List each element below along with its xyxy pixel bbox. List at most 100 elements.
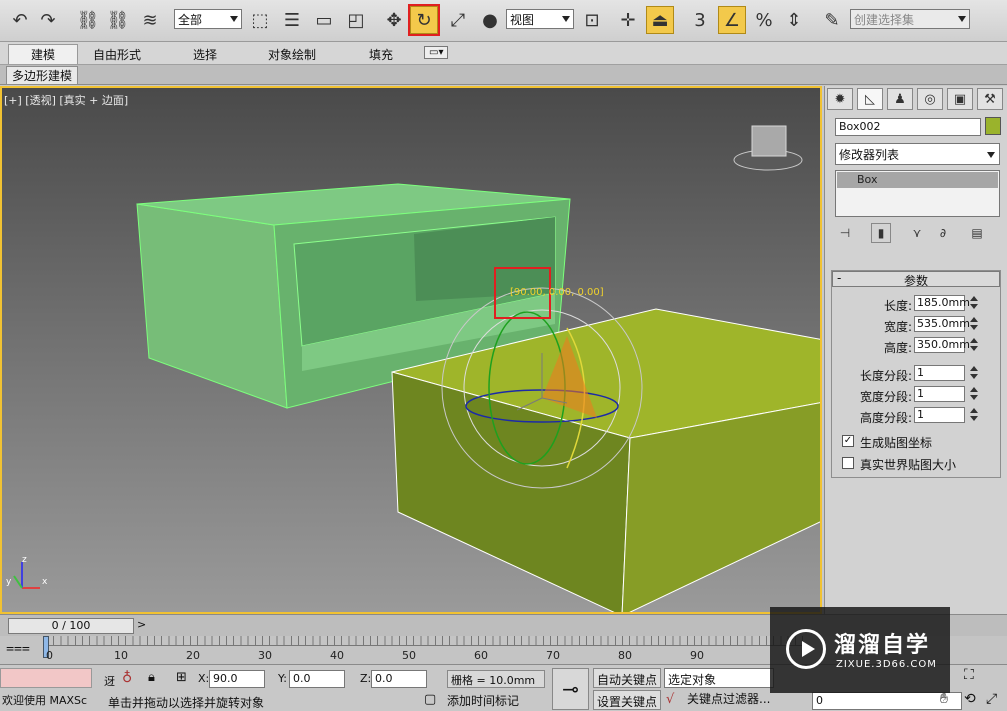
pan-hand-icon[interactable]: ✋︎ — [940, 691, 948, 707]
bind-spacewarp-icon[interactable]: ≋ — [136, 6, 164, 34]
command-panel: ✹ ◺ ♟ ◎ ▣ ⚒ Box002 修改器列表 Box ⊣ ▮ ⋎ ∂ ▤ -… — [824, 86, 1007, 614]
redo-icon[interactable]: ↷ — [34, 6, 62, 34]
edit-named-sets-icon[interactable]: ✎ — [818, 6, 846, 34]
lock-selection-icon[interactable]: 🔒︎ — [148, 670, 155, 685]
length-segs-spinner[interactable] — [969, 365, 979, 381]
viewcube-icon[interactable] — [733, 125, 803, 171]
length-segs-input[interactable]: 1 — [914, 365, 965, 381]
snap-toggle-icon[interactable]: 3 — [686, 6, 714, 34]
perspective-viewport[interactable]: [+] [透视] [真实 + 边面] [90.00, 0.00, 0.00] x… — [0, 86, 822, 614]
height-segs-input[interactable]: 1 — [914, 407, 965, 423]
length-spinner[interactable] — [969, 295, 979, 311]
command-panel-tabs: ✹ ◺ ♟ ◎ ▣ ⚒ — [827, 86, 1005, 112]
length-input[interactable]: 185.0mm — [914, 295, 970, 311]
link-icon[interactable]: ⛓ — [74, 6, 102, 34]
parameters-rollout-header[interactable]: - 参数 — [832, 271, 1000, 288]
auto-key-button[interactable]: 自动关键点 — [593, 668, 662, 688]
width-input[interactable]: 535.0mm — [914, 316, 970, 332]
tick-label: 80 — [618, 649, 632, 662]
show-end-result-icon[interactable]: ▮ — [871, 223, 891, 243]
unlink-icon[interactable]: ⛓ — [104, 6, 132, 34]
real-world-map-size-checkbox[interactable]: 真实世界贴图大小 — [842, 455, 1002, 472]
coord-z-label: Z: — [360, 672, 372, 685]
make-unique-icon[interactable]: ⋎ — [907, 223, 927, 243]
pin-stack-icon[interactable]: ⊣ — [835, 223, 855, 243]
sub-ribbon: 多边形建模 — [0, 65, 1007, 85]
track-ruler[interactable]: 0 10 20 30 40 50 60 70 80 90 — [43, 636, 806, 664]
maximize-viewport-icon[interactable]: ⤢ — [986, 691, 997, 707]
width-spinner[interactable] — [969, 316, 979, 332]
utilities-tab-icon[interactable]: ⚒ — [977, 88, 1003, 110]
display-tab-icon[interactable]: ▣ — [947, 88, 973, 110]
key-selection-dropdown[interactable]: 选定对象 — [664, 668, 774, 688]
set-key-button[interactable]: 设置关键点 — [593, 690, 662, 710]
x-input[interactable]: 90.0 — [209, 670, 265, 688]
pivot-center-icon[interactable]: ⊡ — [578, 6, 606, 34]
hierarchy-tab-icon[interactable]: ♟ — [887, 88, 913, 110]
selected-object-value: 选定对象 — [668, 673, 717, 687]
selection-filter-dropdown[interactable]: 全部 — [174, 9, 242, 29]
height-segs-spinner[interactable] — [969, 407, 979, 423]
remove-modifier-icon[interactable]: ∂ — [933, 223, 953, 243]
ribbon-options-icon[interactable]: ▭▾ — [424, 46, 449, 59]
maxscript-listener[interactable] — [0, 668, 92, 688]
select-manipulate-icon[interactable]: ✛ — [614, 6, 642, 34]
modify-tab-icon[interactable]: ◺ — [857, 88, 883, 110]
coord-y-label: Y: — [278, 672, 287, 685]
axis-z-label: z — [22, 555, 27, 565]
curve-icon[interactable]: √ — [666, 692, 674, 707]
height-input[interactable]: 350.0mm — [914, 337, 970, 353]
zoom-extents-icon[interactable]: ⛶ — [964, 667, 974, 683]
select-place-icon[interactable]: ● — [476, 6, 504, 34]
gen-mapping-coords-checkbox[interactable]: ✓ 生成贴图坐标 — [842, 433, 1002, 450]
time-tag-icon[interactable]: ▢ — [424, 692, 436, 707]
key-filters-button[interactable]: 关键点过滤器... — [687, 690, 770, 707]
motion-tab-icon[interactable]: ◎ — [917, 88, 943, 110]
modifier-list-label: 修改器列表 — [839, 148, 900, 162]
select-move-icon[interactable]: ✥ — [380, 6, 408, 34]
polygon-modeling-tab[interactable]: 多边形建模 — [6, 66, 79, 85]
percent-snap-icon[interactable]: % — [750, 6, 778, 34]
window-crossing-icon[interactable]: ◰ — [342, 6, 370, 34]
tab-modeling[interactable]: 建模 — [8, 44, 79, 64]
set-key-icon[interactable]: ⊸ — [552, 668, 589, 710]
orbit-icon[interactable]: ⟲ — [964, 691, 976, 707]
width-segs-spinner[interactable] — [969, 386, 979, 402]
next-frame-arrow-icon[interactable]: > — [137, 618, 151, 634]
y-input[interactable]: 0.0 — [289, 670, 345, 688]
create-tab-icon[interactable]: ✹ — [827, 88, 853, 110]
tab-selection[interactable]: 选择 — [193, 46, 217, 63]
tab-object-paint[interactable]: 对象绘制 — [268, 46, 316, 63]
select-rotate-icon[interactable]: ↻ — [408, 4, 440, 36]
coordinate-system-dropdown[interactable]: 视图 — [506, 9, 574, 29]
named-selection-dropdown[interactable]: 创建选择集 — [850, 9, 970, 29]
tab-populate[interactable]: 填充 — [369, 46, 393, 63]
param-length-segs: 长度分段: 1 — [832, 365, 1000, 383]
add-time-tag[interactable]: 添加时间标记 — [447, 692, 519, 709]
watermark: 溜溜自学 ZIXUE.3D66.COM — [770, 607, 950, 693]
scene-canvas — [13, 125, 820, 612]
keyboard-shortcut-override-icon[interactable]: ⏏ — [646, 6, 674, 34]
checkbox-checked: ✓ — [842, 435, 854, 447]
absolute-mode-icon[interactable]: ⊞ — [176, 670, 187, 685]
object-color-swatch[interactable] — [985, 117, 1001, 135]
rect-selection-icon[interactable]: ▭ — [310, 6, 338, 34]
select-by-name-icon[interactable]: ☰ — [278, 6, 306, 34]
tick-label: 90 — [690, 649, 704, 662]
z-input[interactable]: 0.0 — [371, 670, 427, 688]
modifier-list-dropdown[interactable]: 修改器列表 — [835, 143, 1000, 165]
angle-snap-icon[interactable]: ∠ — [718, 6, 746, 34]
undo-icon[interactable]: ↶ — [6, 6, 34, 34]
mini-curve-editor-icon[interactable]: ⩶ — [6, 640, 30, 656]
object-name-field[interactable]: Box002 — [835, 118, 981, 136]
height-spinner[interactable] — [969, 337, 979, 353]
stack-item-box[interactable]: Box — [837, 172, 998, 188]
select-scale-icon[interactable]: ⤢ — [444, 6, 472, 34]
tab-freeform[interactable]: 自由形式 — [93, 46, 141, 63]
configure-sets-icon[interactable]: ▤ — [967, 223, 987, 243]
time-slider[interactable]: 0 / 100 — [8, 618, 134, 634]
spinner-snap-icon[interactable]: ⇕ — [780, 6, 808, 34]
width-segs-input[interactable]: 1 — [914, 386, 965, 402]
select-object-icon[interactable]: ⬚ — [246, 6, 274, 34]
isolate-icon[interactable]: ♁ — [122, 670, 132, 686]
